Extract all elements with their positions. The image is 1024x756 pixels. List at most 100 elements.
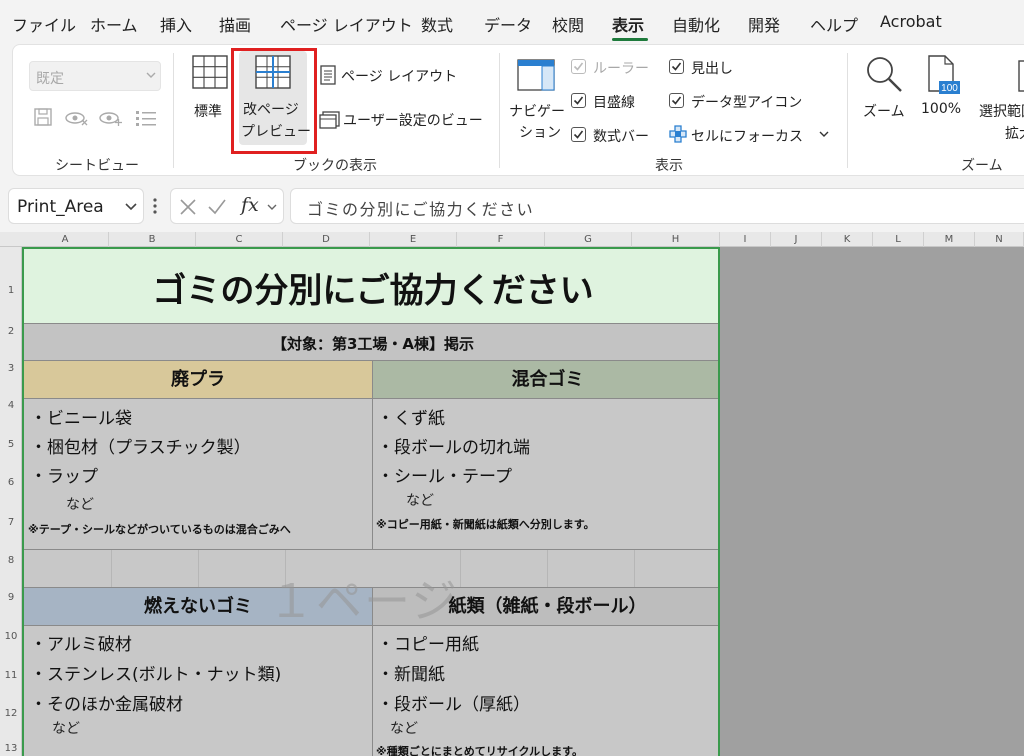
sheet-view-dropdown: 既定 xyxy=(29,61,161,91)
chevron-down-icon[interactable] xyxy=(125,203,137,211)
formula-controls: fx xyxy=(170,188,284,224)
chevron-down-icon[interactable] xyxy=(819,131,829,139)
list-item: ・そのほか金属破材 xyxy=(30,695,183,715)
tab-acrobat[interactable]: Acrobat xyxy=(880,12,942,31)
formula-input[interactable]: ゴミの分別にご協力ください xyxy=(290,188,1024,224)
group-separator xyxy=(499,53,500,168)
list-item: ・段ボール（厚紙） xyxy=(377,695,530,715)
list-item: ・新聞紙 xyxy=(377,665,445,685)
row-header[interactable]: 4 xyxy=(0,400,22,411)
column-header[interactable]: F xyxy=(457,232,545,247)
column-headers: ABCDEFGHIJKLMN xyxy=(0,232,1024,247)
zoom-to-selection-label-line2: 拡大 xyxy=(1005,126,1024,142)
tab-draw[interactable]: 描画 xyxy=(219,12,251,36)
page-layout-view-button[interactable]: ページ レイアウト xyxy=(317,63,467,87)
tab-home[interactable]: ホーム xyxy=(90,12,138,36)
etc-label: など xyxy=(390,721,418,737)
list-item: ・ステンレス(ボルト・ナット類) xyxy=(30,665,282,685)
name-box[interactable]: Print_Area xyxy=(8,188,144,224)
row-header[interactable]: 1 xyxy=(0,285,22,296)
zoom-100-button[interactable]: 100 100% xyxy=(917,53,969,123)
tab-page-layout[interactable]: ページ レイアウト xyxy=(280,12,413,36)
category-header-mixed[interactable]: 混合ゴミ xyxy=(373,361,718,398)
headings-checkbox[interactable] xyxy=(669,59,684,74)
print-page[interactable]: ゴミの分別にご協力ください 【対象：第3工場・A棟】掲示 廃プラ 混合ゴミ ・ビ… xyxy=(22,247,720,756)
row-header[interactable]: 13 xyxy=(0,743,22,754)
grid-line xyxy=(634,550,635,587)
zoom-to-selection-button[interactable]: 選択範囲 拡大 xyxy=(975,53,1024,145)
normal-view-button[interactable]: 標準 xyxy=(185,51,235,121)
new-view-icon xyxy=(99,112,122,126)
insert-function-button[interactable]: fx xyxy=(241,194,259,216)
row-header[interactable]: 10 xyxy=(0,631,22,642)
data-type-icons-checkbox[interactable] xyxy=(669,93,684,108)
row-header[interactable]: 8 xyxy=(0,555,22,566)
grid-line xyxy=(198,550,199,587)
formula-bar-checkbox[interactable] xyxy=(571,127,586,142)
zoom-label: ズーム xyxy=(863,104,905,120)
active-tab-indicator xyxy=(612,38,648,41)
tab-automate[interactable]: 自動化 xyxy=(672,12,720,36)
row-header[interactable]: 2 xyxy=(0,326,22,337)
cancel-icon[interactable] xyxy=(179,198,197,216)
column-header[interactable]: J xyxy=(771,232,822,247)
focus-cell-label: セルにフォーカス xyxy=(691,129,803,145)
tab-file[interactable]: ファイル xyxy=(12,12,76,36)
category-header-plastic[interactable]: 廃プラ xyxy=(24,361,372,398)
column-header[interactable]: E xyxy=(370,232,457,247)
enter-check-icon[interactable] xyxy=(207,198,227,216)
page-number-watermark: １ページ xyxy=(268,574,460,628)
subtitle-cell[interactable]: 【対象：第3工場・A棟】掲示 xyxy=(24,324,718,360)
tab-insert[interactable]: 挿入 xyxy=(160,12,192,36)
chevron-down-icon[interactable] xyxy=(267,204,277,211)
border-line xyxy=(372,361,373,550)
etc-label: など xyxy=(66,497,94,513)
row-header[interactable]: 9 xyxy=(0,592,22,603)
headings-label: 見出し xyxy=(691,61,733,77)
title-cell[interactable]: ゴミの分別にご協力ください xyxy=(24,249,718,323)
column-header[interactable]: B xyxy=(109,232,196,247)
grid-line xyxy=(111,550,112,587)
more-options-icon[interactable] xyxy=(152,197,158,215)
column-header[interactable]: H xyxy=(632,232,720,247)
group-separator xyxy=(847,53,848,168)
page-100-icon-text: 100 xyxy=(941,83,958,94)
column-header[interactable]: M xyxy=(924,232,975,247)
column-header[interactable]: I xyxy=(720,232,771,247)
column-header[interactable]: L xyxy=(873,232,924,247)
options-list-icon xyxy=(136,111,156,126)
column-header[interactable]: D xyxy=(283,232,370,247)
worksheet[interactable]: ABCDEFGHIJKLMN 1 2 3 4 5 6 7 8 9 10 11 12 13 ゴミの分別にご… xyxy=(0,232,1024,756)
tab-help[interactable]: ヘルプ xyxy=(810,12,858,36)
row-header[interactable]: 5 xyxy=(0,439,22,450)
tab-view[interactable]: 表示 xyxy=(612,12,644,36)
row-header[interactable]: 12 xyxy=(0,708,22,719)
list-item: ・アルミ破材 xyxy=(30,635,132,655)
column-header[interactable]: K xyxy=(822,232,873,247)
tab-developer[interactable]: 開発 xyxy=(748,12,780,36)
row-header[interactable]: 6 xyxy=(0,477,22,488)
normal-view-icon xyxy=(192,55,228,89)
row-header[interactable]: 11 xyxy=(0,670,22,681)
row-headers: 1 2 3 4 5 6 7 8 9 10 11 12 13 xyxy=(0,247,22,756)
tab-review[interactable]: 校閲 xyxy=(552,12,584,36)
navigation-button[interactable]: ナビゲー ション xyxy=(509,57,565,141)
focus-cell-button[interactable]: セルにフォーカス xyxy=(667,123,833,145)
list-item: ・シール・テープ xyxy=(377,467,512,487)
list-item: ・くず紙 xyxy=(377,409,445,429)
row-header[interactable]: 7 xyxy=(0,517,22,528)
tab-data[interactable]: データ xyxy=(484,12,532,36)
column-header[interactable]: G xyxy=(545,232,632,247)
gridlines-checkbox[interactable] xyxy=(571,93,586,108)
formula-input-value: ゴミの分別にご協力ください xyxy=(307,200,535,219)
zoom-button[interactable]: ズーム xyxy=(859,53,909,123)
ruler-checkbox[interactable] xyxy=(571,59,586,74)
column-header[interactable]: C xyxy=(196,232,283,247)
tab-formulas[interactable]: 数式 xyxy=(421,12,453,36)
group-separator xyxy=(173,53,174,168)
column-header[interactable]: A xyxy=(22,232,109,247)
custom-views-button[interactable]: ユーザー設定のビュー xyxy=(317,107,487,131)
column-header[interactable]: N xyxy=(975,232,1024,247)
row-header[interactable]: 3 xyxy=(0,363,22,374)
grid-line xyxy=(460,550,461,587)
